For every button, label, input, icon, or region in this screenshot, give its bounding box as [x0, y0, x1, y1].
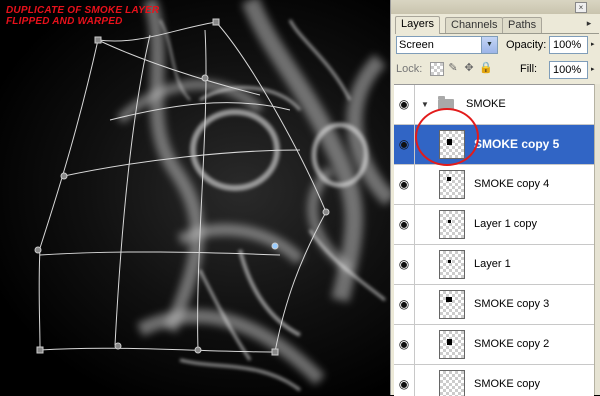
layer-row[interactable]: ◉ SMOKE copy 2	[394, 325, 594, 365]
tab-layers[interactable]: Layers	[395, 16, 441, 34]
tab-paths[interactable]: Paths	[502, 17, 543, 33]
opacity-field[interactable]: 100%	[549, 36, 588, 54]
layer-row[interactable]: ◉ SMOKE copy	[394, 365, 594, 396]
padlock-icon[interactable]: 🔒	[479, 62, 493, 74]
eye-icon[interactable]: ◉	[394, 85, 415, 124]
layer-name: Layer 1 copy	[474, 218, 537, 230]
layer-name: SMOKE copy 4	[474, 178, 550, 190]
opacity-arrow-icon[interactable]: ▸	[591, 40, 599, 50]
chevron-down-icon[interactable]: ▼	[481, 37, 497, 53]
layer-name: SMOKE copy 5	[474, 137, 560, 151]
fill-label: Fill:	[520, 63, 538, 75]
eye-icon[interactable]: ◉	[394, 365, 415, 396]
opacity-label: Opacity:	[506, 39, 547, 51]
smoke-skull-artwork	[34, 0, 390, 392]
eye-icon[interactable]: ◉	[394, 125, 415, 164]
annotation-caption: DUPLICATE OF SMOKE LAYER FLIPPED AND WAR…	[6, 5, 159, 27]
blend-row: Screen ▼ Opacity: 100% ▸	[396, 36, 596, 54]
layer-thumbnail	[439, 370, 465, 396]
eye-icon[interactable]: ◉	[394, 165, 415, 204]
transparency-lock-icon[interactable]	[430, 62, 444, 76]
document-canvas[interactable]: DUPLICATE OF SMOKE LAYER FLIPPED AND WAR…	[0, 0, 390, 395]
blend-mode-select[interactable]: Screen ▼	[396, 36, 498, 54]
caption-line-1: DUPLICATE OF SMOKE LAYER	[6, 5, 160, 16]
eye-icon[interactable]: ◉	[394, 245, 415, 284]
tab-channels[interactable]: Channels	[445, 17, 504, 33]
layer-name: SMOKE copy 2	[474, 338, 550, 350]
fill-arrow-icon[interactable]: ▸	[591, 65, 599, 75]
eye-icon[interactable]: ◉	[394, 325, 415, 364]
layer-row[interactable]: ◉ SMOKE copy 4	[394, 165, 594, 205]
layer-name: SMOKE copy 3	[474, 298, 550, 310]
layer-name: SMOKE copy	[474, 378, 541, 390]
caption-line-2: FLIPPED AND WARPED	[6, 16, 123, 27]
layer-row[interactable]: ◉ Layer 1 copy	[394, 205, 594, 245]
close-icon[interactable]: ×	[575, 2, 587, 13]
lock-row: Lock: ✎ ✥ 🔒 Fill: 100% ▸	[396, 61, 596, 79]
fill-field[interactable]: 100%	[549, 61, 588, 79]
layer-thumbnail	[439, 210, 465, 239]
layer-thumbnail	[439, 250, 465, 279]
layer-thumbnail	[439, 290, 465, 319]
blend-mode-value: Screen	[399, 39, 434, 51]
panel-menu-icon[interactable]: ▸	[583, 17, 595, 29]
expand-triangle-icon[interactable]: ▼	[421, 100, 429, 109]
layers-scrollbar[interactable]	[594, 84, 600, 395]
layer-row[interactable]: ◉ SMOKE copy 3	[394, 285, 594, 325]
move-lock-icon[interactable]: ✥	[463, 62, 475, 74]
brush-lock-icon[interactable]: ✎	[447, 62, 459, 74]
lock-label: Lock:	[396, 63, 423, 75]
layer-thumbnail	[439, 170, 465, 199]
eye-icon[interactable]: ◉	[394, 285, 415, 324]
layer-row[interactable]: ◉ Layer 1	[394, 245, 594, 285]
highlight-circle	[415, 108, 479, 166]
eye-icon[interactable]: ◉	[394, 205, 415, 244]
panel-titlebar[interactable]: ×	[391, 0, 600, 14]
layer-name: Layer 1	[474, 258, 511, 270]
panel-tabs: Layers Channels Paths ▸	[395, 14, 599, 34]
layers-panel: × Layers Channels Paths ▸ Screen ▼ Opaci…	[390, 0, 600, 396]
layer-thumbnail	[439, 330, 465, 359]
